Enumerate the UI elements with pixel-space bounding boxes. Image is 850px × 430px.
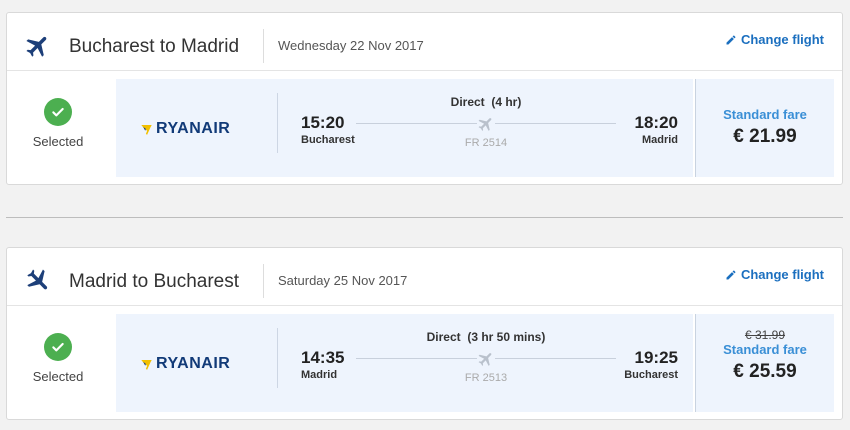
plane-icon — [477, 350, 495, 368]
panel-divider — [277, 328, 278, 388]
old-price: € 31.99 — [744, 328, 786, 342]
flight-card-header: Madrid to Bucharest Saturday 25 Nov 2017… — [7, 248, 842, 306]
harp-icon — [141, 359, 152, 370]
duration-label: Direct (3 hr 50 mins) — [426, 330, 546, 344]
pencil-icon — [726, 269, 736, 279]
old-price — [696, 93, 834, 107]
route-title: Madrid to Bucharest — [69, 271, 240, 292]
fare-box[interactable]: € 31.99 Standard fare € 25.59 — [695, 314, 834, 412]
departure-time: 14:35 — [301, 348, 345, 367]
plane-icon — [27, 269, 48, 290]
departure: 15:20 Bucharest — [301, 113, 355, 147]
pencil-icon — [726, 34, 736, 44]
airline-name: RYANAIR — [156, 355, 231, 372]
airline-logo: RYANAIR — [140, 120, 230, 138]
change-flight-label: Change flight — [740, 267, 824, 282]
flight-number: FR 2513 — [464, 372, 508, 384]
header-divider — [263, 264, 264, 298]
plane-icon — [477, 115, 495, 133]
selected-label: Selected — [32, 134, 84, 149]
flight-number: FR 2514 — [464, 137, 508, 149]
flight-date: Wednesday 22 Nov 2017 — [278, 38, 424, 53]
route-title: Bucharest to Madrid — [69, 36, 240, 57]
departure-city: Madrid — [301, 369, 338, 381]
flight-details-panel[interactable]: RYANAIR 15:20 Bucharest Direct (4 hr) FR… — [116, 79, 693, 177]
duration-label: Direct (4 hr) — [450, 95, 522, 109]
route-line — [356, 113, 616, 135]
selected-label: Selected — [32, 369, 84, 384]
flight-card-return: Madrid to Bucharest Saturday 25 Nov 2017… — [6, 247, 843, 420]
change-flight-link[interactable]: Change flight — [725, 267, 824, 282]
fare-box[interactable]: Standard fare € 21.99 — [695, 79, 834, 177]
fare-name: Standard fare — [723, 107, 807, 122]
flight-duration: Direct (4 hr) FR 2514 — [356, 95, 616, 149]
arrival: 18:20 Madrid — [635, 113, 678, 147]
flight-details-panel[interactable]: RYANAIR 14:35 Madrid Direct (3 hr 50 min… — [116, 314, 693, 412]
departure-city: Bucharest — [301, 134, 355, 146]
arrival-time: 19:25 — [634, 348, 678, 367]
check-circle-icon — [44, 98, 72, 126]
flight-card-outbound: Bucharest to Madrid Wednesday 22 Nov 201… — [6, 12, 843, 185]
flight-card-header: Bucharest to Madrid Wednesday 22 Nov 201… — [7, 13, 842, 71]
change-flight-label: Change flight — [740, 32, 824, 47]
flight-duration: Direct (3 hr 50 mins) FR 2513 — [356, 330, 616, 384]
selected-status: Selected — [25, 98, 91, 149]
change-flight-link[interactable]: Change flight — [725, 32, 824, 47]
fare-name: Standard fare — [723, 342, 807, 357]
fare-price: € 21.99 — [733, 126, 797, 147]
flight-date: Saturday 25 Nov 2017 — [278, 273, 408, 288]
airline-logo: RYANAIR — [140, 355, 230, 373]
departure-time: 15:20 — [301, 113, 345, 132]
panel-divider — [277, 93, 278, 153]
arrival-city: Bucharest — [624, 369, 678, 381]
selected-status: Selected — [25, 333, 91, 384]
check-circle-icon — [44, 333, 72, 361]
departure: 14:35 Madrid — [301, 348, 344, 382]
arrival-city: Madrid — [641, 134, 678, 146]
arrival: 19:25 Bucharest — [624, 348, 678, 382]
harp-icon — [141, 124, 152, 135]
airline-name: RYANAIR — [156, 120, 231, 137]
section-divider — [6, 217, 843, 218]
route-line — [356, 348, 616, 370]
plane-icon — [26, 36, 47, 57]
fare-price: € 25.59 — [733, 361, 797, 382]
arrival-time: 18:20 — [634, 113, 678, 132]
header-divider — [263, 29, 264, 63]
